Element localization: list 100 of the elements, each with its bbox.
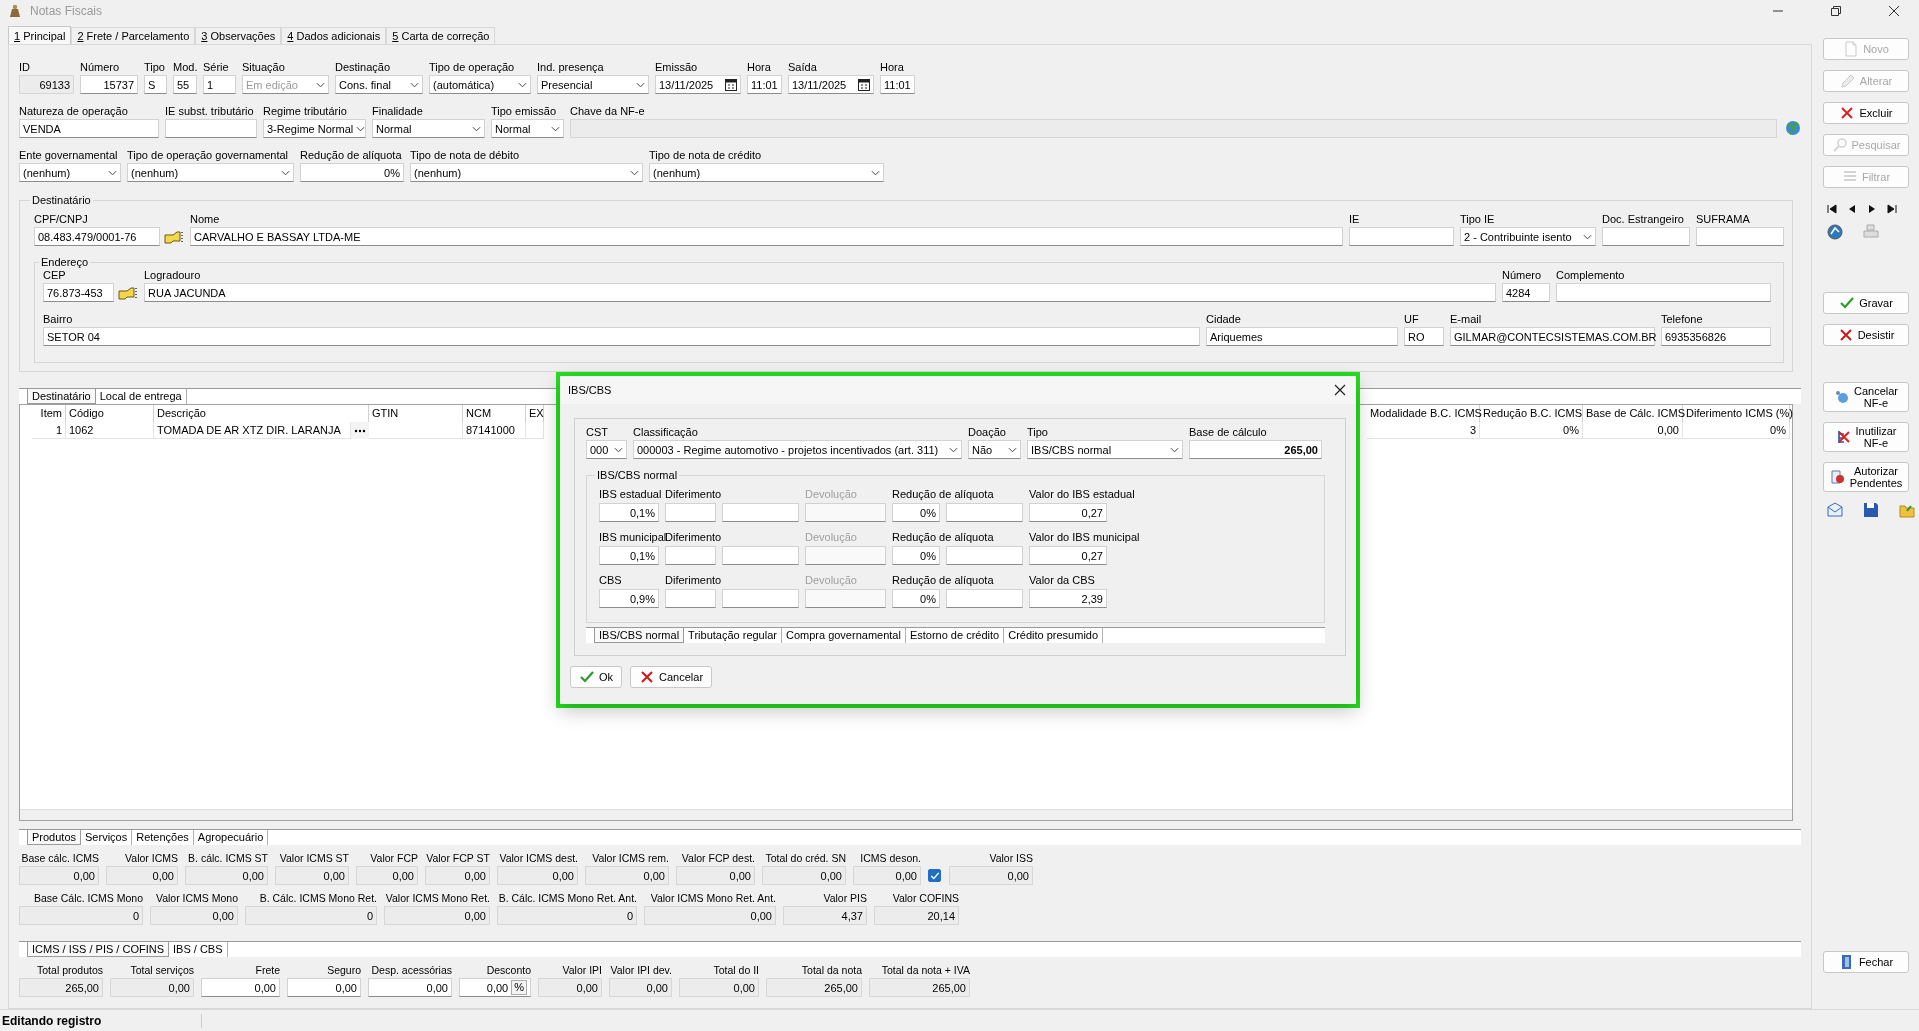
text-field[interactable]: RUA JACUNDA xyxy=(144,283,1496,302)
readonly-field[interactable]: 0 xyxy=(245,906,377,925)
text-field[interactable]: Ariquemes xyxy=(1206,327,1398,346)
number-field[interactable]: 2,39 xyxy=(1029,589,1107,608)
dropdown[interactable]: Presencial xyxy=(537,75,649,94)
close-icon[interactable] xyxy=(1889,6,1899,16)
dropdown[interactable]: Normal xyxy=(491,119,564,138)
last-record-icon[interactable] xyxy=(1887,204,1897,214)
dropdown[interactable]: Não xyxy=(968,440,1021,459)
column-header[interactable]: EX xyxy=(526,405,544,422)
dropdown[interactable]: 2 - Contribuinte isento xyxy=(1460,227,1596,246)
calendar-icon[interactable] xyxy=(725,78,737,91)
readonly-field[interactable]: 0,00 xyxy=(185,866,268,885)
tab[interactable]: Destinatário xyxy=(27,389,96,404)
text-field[interactable] xyxy=(165,119,257,138)
text-field[interactable]: CARVALHO E BASSAY LTDA-ME xyxy=(190,227,1343,246)
text-field[interactable]: SETOR 04 xyxy=(43,327,1200,346)
readonly-field[interactable]: 0,00 xyxy=(538,978,602,997)
tab[interactable]: Tributação regular xyxy=(684,628,782,643)
dropdown[interactable]: (nenhum) xyxy=(19,163,121,182)
text-field[interactable]: 1 xyxy=(203,75,236,94)
tab[interactable]: Estorno de crédito xyxy=(905,628,1005,643)
number-field[interactable]: 0% xyxy=(892,546,940,565)
folder-icon[interactable] xyxy=(1899,502,1915,518)
readonly-field[interactable]: 0 xyxy=(497,906,637,925)
readonly-field[interactable]: 0,00 xyxy=(275,866,349,885)
text-field[interactable]: 08.483.479/0001-76 xyxy=(34,227,160,246)
text-field[interactable] xyxy=(1349,227,1454,246)
text-field[interactable]: 11:01 xyxy=(880,75,915,94)
number-field[interactable]: 0% xyxy=(300,163,404,182)
tab[interactable]: Retenções xyxy=(132,830,194,845)
tab[interactable]: 4 Dados adicionais xyxy=(281,27,387,44)
hand-icon[interactable] xyxy=(164,229,184,244)
dropdown[interactable]: 000003 - Regime automotivo - projetos incentivados (art. 311) xyxy=(633,440,962,459)
date-field[interactable]: 13/11/2025 xyxy=(788,75,874,94)
text-field[interactable]: S xyxy=(144,75,167,94)
tab[interactable]: 3 Observações xyxy=(195,27,282,44)
floppy-icon[interactable] xyxy=(1863,502,1879,518)
percent-button[interactable]: % xyxy=(511,980,527,995)
text-field[interactable]: 55 xyxy=(173,75,197,94)
tab[interactable]: Produtos xyxy=(27,830,82,845)
cancel-button[interactable]: Cancelar xyxy=(630,666,713,688)
readonly-field[interactable]: 0,00 xyxy=(853,866,921,885)
text-field[interactable] xyxy=(1696,227,1784,246)
readonly-field[interactable] xyxy=(570,119,1777,138)
readonly-field[interactable]: 69133 xyxy=(19,75,74,94)
close-icon[interactable] xyxy=(1334,384,1346,396)
number-field[interactable]: 0,00 % xyxy=(459,978,531,997)
scrollbar[interactable] xyxy=(20,809,1792,820)
number-field[interactable]: 265,00 xyxy=(1189,440,1322,459)
text-field[interactable] xyxy=(665,546,716,565)
readonly-field[interactable]: 0 xyxy=(19,906,143,925)
dropdown[interactable]: Cons. final xyxy=(335,75,423,94)
number-field[interactable]: 0,00 xyxy=(287,978,361,997)
number-field[interactable]: 0,27 xyxy=(1029,546,1107,565)
restore-button[interactable] xyxy=(1831,6,1841,16)
text-field[interactable] xyxy=(1556,283,1771,302)
readonly-field[interactable]: 20,14 xyxy=(874,906,959,925)
next-icon[interactable] xyxy=(1867,204,1877,214)
tab[interactable]: Agropecuário xyxy=(193,830,269,845)
text-field[interactable] xyxy=(946,546,1023,565)
globe-icon[interactable] xyxy=(1785,120,1801,136)
column-header[interactable]: Modalidade B.C. ICMS xyxy=(1367,405,1480,422)
readonly-field[interactable]: 265,00 xyxy=(869,978,970,997)
tab[interactable]: 1 Principal xyxy=(8,26,72,44)
date-field[interactable]: 13/11/2025 xyxy=(655,75,741,94)
cancel-nfe-button[interactable]: Cancelar NF-e xyxy=(1823,382,1909,412)
authorize-button[interactable]: Autorizar Pendentes xyxy=(1823,462,1909,492)
text-field[interactable]: GILMAR@CONTECSISTEMAS.COM.BR xyxy=(1450,327,1655,346)
text-field[interactable] xyxy=(722,546,799,565)
text-field[interactable]: 4284 xyxy=(1502,283,1550,302)
text-field[interactable] xyxy=(722,503,799,522)
tab[interactable]: 5 Carta de correção xyxy=(386,27,496,44)
discard-button[interactable]: Desistir xyxy=(1823,324,1909,346)
column-header[interactable]: Item xyxy=(32,405,66,422)
readonly-field[interactable]: 0,00 xyxy=(609,978,672,997)
dropdown[interactable]: (nenhum) xyxy=(127,163,294,182)
column-header[interactable]: GTIN xyxy=(369,405,463,422)
readonly-field[interactable]: 0,00 xyxy=(585,866,669,885)
readonly-field[interactable]: 0,00 xyxy=(676,866,755,885)
text-field[interactable]: VENDA xyxy=(19,119,159,138)
close-button[interactable]: Fechar xyxy=(1823,951,1909,973)
number-field[interactable]: 0,1% xyxy=(599,503,659,522)
calendar-icon[interactable] xyxy=(858,78,870,91)
readonly-field[interactable]: 0,00 xyxy=(110,978,194,997)
text-field[interactable] xyxy=(946,589,1023,608)
readonly-field[interactable]: 0,00 xyxy=(497,866,578,885)
text-field[interactable] xyxy=(1602,227,1690,246)
readonly-field[interactable]: 0,00 xyxy=(106,866,178,885)
dropdown[interactable]: 3-Regime Normal xyxy=(263,119,366,138)
globe-icon[interactable] xyxy=(1827,224,1843,240)
text-field[interactable] xyxy=(722,589,799,608)
dropdown[interactable]: (automática) xyxy=(429,75,531,94)
dropdown[interactable]: (nenhum) xyxy=(649,163,884,182)
readonly-field[interactable]: 265,00 xyxy=(19,978,103,997)
number-field[interactable]: 0,00 xyxy=(201,978,280,997)
text-field[interactable] xyxy=(946,503,1023,522)
save-button[interactable]: Gravar xyxy=(1823,292,1909,314)
readonly-field[interactable]: 4,37 xyxy=(783,906,867,925)
readonly-field[interactable]: 0,00 xyxy=(19,866,99,885)
